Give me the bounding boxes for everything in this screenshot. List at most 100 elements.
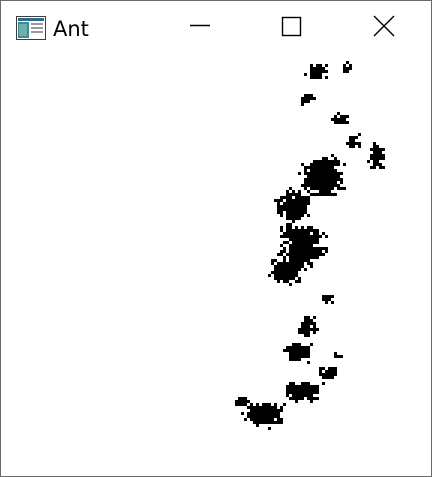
trail-cell [334,115,337,118]
title-bar[interactable]: Ant [1,1,431,55]
trail-cell [325,163,328,166]
trail-cell [295,217,298,220]
window-app-icon[interactable] [16,16,46,40]
trail-cell [313,193,316,196]
trail-cell [295,355,298,358]
ant-window: Ant [0,0,432,477]
trail-cell [280,268,283,271]
trail-cell [292,391,295,394]
trail-cell [313,76,316,79]
trail-cell [283,349,286,352]
trail-cell [238,400,241,403]
trail-cell [376,151,379,154]
trail-cell [289,283,292,286]
trail-cell [304,316,307,319]
trail-cell [292,268,295,271]
trail-cell [349,139,352,142]
trail-cell [301,232,304,235]
trail-cell [283,205,286,208]
trail-cell [259,406,262,409]
trail-cell [316,397,319,400]
trail-cell [319,73,322,76]
maximize-button[interactable] [268,9,314,47]
trail-cell [322,70,325,73]
trail-cell [277,268,280,271]
trail-cell [313,229,316,232]
trail-cell [274,199,277,202]
trail-cell [295,397,298,400]
trail-cell [280,208,283,211]
trail-cell [325,175,328,178]
trail-cell [280,253,283,256]
trail-cell [376,154,379,157]
trail-cell [295,388,298,391]
trail-cell [328,373,331,376]
trail-cell [316,64,319,67]
trail-cell [292,394,295,397]
trail-cell [319,160,322,163]
trail-cell [304,382,307,385]
trail-cell [307,235,310,238]
trail-cell [289,259,292,262]
trail-cell [343,121,346,124]
trail-cell [289,208,292,211]
trail-cell [313,232,316,235]
trail-cell [325,250,328,253]
trail-cell [334,118,337,121]
trail-cell [277,202,280,205]
trail-cell [331,193,334,196]
trail-cell [283,271,286,274]
trail-cell [334,181,337,184]
trail-cell [307,391,310,394]
trail-cell [292,199,295,202]
trail-cell [304,187,307,190]
trail-cell [286,202,289,205]
trail-cell [340,115,343,118]
trail-cell [319,172,322,175]
trail-cell [298,211,301,214]
trail-cell [292,259,295,262]
trail-cell [319,250,322,253]
trail-cell [274,412,277,415]
trail-cell [289,262,292,265]
trail-cell [334,373,337,376]
trail-cell [307,232,310,235]
trail-cell [268,403,271,406]
trail-cell [295,241,298,244]
trail-cell [307,250,310,253]
trail-cell [295,391,298,394]
close-button[interactable] [361,9,407,47]
trail-cell [343,118,346,121]
trail-cell [301,100,304,103]
trail-cell [349,67,352,70]
trail-cell [283,241,286,244]
trail-cell [253,415,256,418]
trail-cell [373,163,376,166]
trail-cell [316,73,319,76]
trail-cell [316,385,319,388]
trail-cell [253,406,256,409]
trail-cell [322,172,325,175]
trail-cell [325,370,328,373]
trail-cell [295,199,298,202]
trail-cell [316,184,319,187]
minimize-button[interactable] [177,9,223,47]
trail-cell [373,142,376,145]
trail-cell [343,67,346,70]
trail-cell [268,409,271,412]
trail-cell [292,229,295,232]
trail-cell [304,196,307,199]
trail-cell [286,391,289,394]
trail-cell [304,199,307,202]
trail-cell [292,388,295,391]
trail-cell [301,163,304,166]
trail-cell [328,298,331,301]
trail-cell [316,163,319,166]
trail-cell [337,175,340,178]
trail-cell [289,271,292,274]
trail-cell [352,145,355,148]
trail-cell [334,178,337,181]
trail-cell [247,415,250,418]
trail-cell [316,160,319,163]
trail-cell [316,388,319,391]
